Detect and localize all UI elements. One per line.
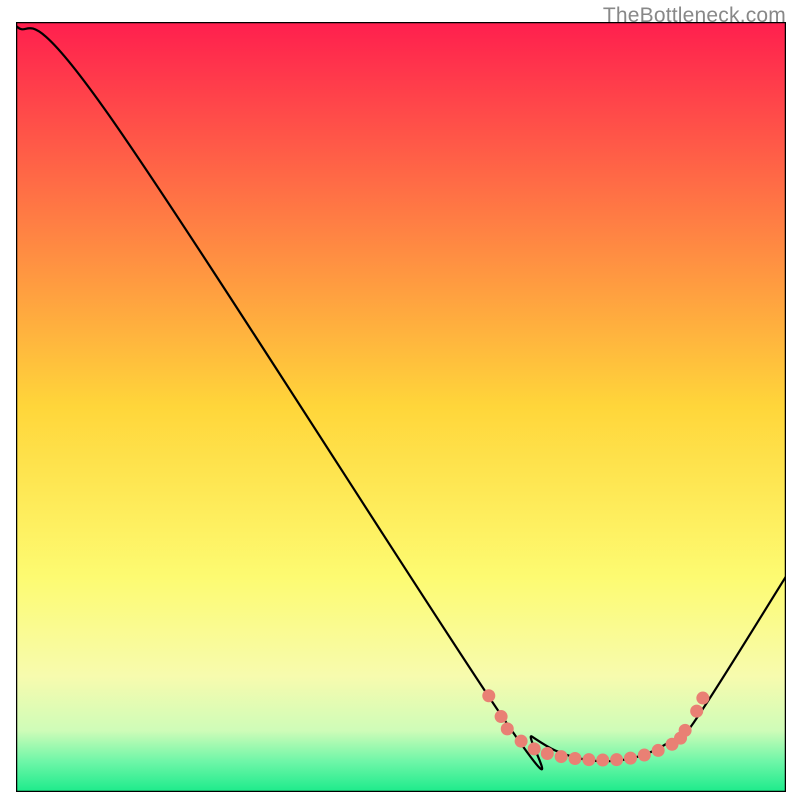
data-marker (501, 722, 514, 735)
data-marker (569, 752, 582, 765)
plot-svg (16, 22, 786, 792)
data-marker (696, 692, 709, 705)
data-marker (495, 710, 508, 723)
data-marker (582, 753, 595, 766)
data-marker (596, 754, 609, 767)
data-marker (638, 749, 651, 762)
data-marker (690, 705, 703, 718)
data-marker (624, 752, 637, 765)
data-marker (652, 744, 665, 757)
data-marker (555, 750, 568, 763)
plot-area (16, 22, 786, 792)
data-marker (515, 735, 528, 748)
data-marker (482, 689, 495, 702)
data-marker (679, 724, 692, 737)
chart-container: TheBottleneck.com (0, 0, 800, 800)
gradient-background (16, 22, 786, 792)
data-marker (528, 742, 541, 755)
data-marker (541, 747, 554, 760)
data-marker (610, 753, 623, 766)
